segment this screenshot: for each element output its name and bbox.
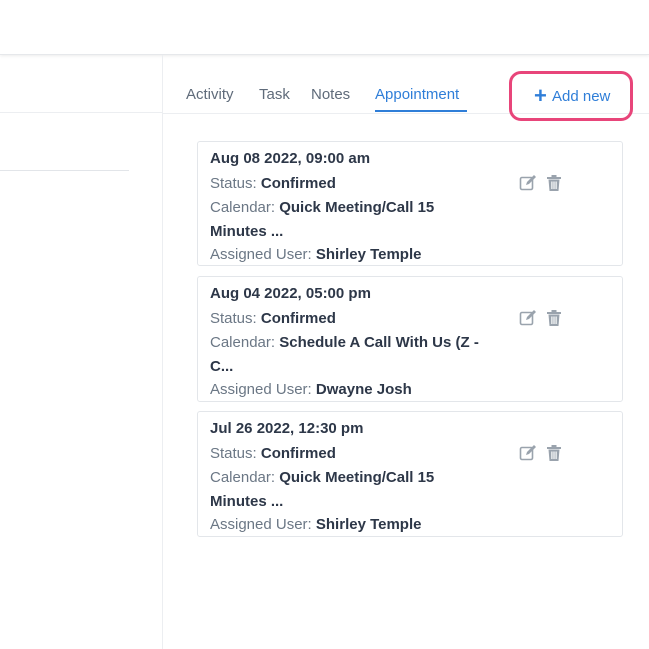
divider — [0, 112, 162, 113]
left-panel — [0, 55, 163, 649]
status-value: Confirmed — [260, 310, 336, 327]
assigned-user-value: Dwayne Josh — [315, 381, 412, 398]
assigned-user-value: Shirley Temple — [315, 516, 422, 533]
active-tab-indicator — [375, 110, 467, 112]
status-row: Status: Confirmed — [210, 307, 336, 331]
calendar-row: Calendar: Quick Meeting/Call 15 Minutes … — [210, 466, 485, 514]
status-label: Status: — [210, 445, 257, 462]
tab-appointment[interactable]: Appointment — [375, 85, 459, 105]
appointment-card: Aug 04 2022, 05:00 pm Status: Confirmed … — [197, 276, 623, 402]
divider — [0, 170, 129, 171]
add-new-button[interactable]: + Add new — [509, 71, 633, 121]
tab-notes[interactable]: Notes — [311, 85, 350, 105]
appointment-datetime: Aug 04 2022, 05:00 pm — [210, 285, 371, 302]
appointment-datetime: Aug 08 2022, 09:00 am — [210, 150, 371, 167]
appointment-datetime: Jul 26 2022, 12:30 pm — [210, 420, 364, 437]
status-row: Status: Confirmed — [210, 442, 336, 466]
status-value: Confirmed — [260, 445, 336, 462]
status-label: Status: — [210, 310, 257, 327]
edit-icon[interactable] — [519, 309, 537, 327]
card-actions — [519, 444, 567, 462]
calendar-label: Calendar: — [210, 469, 276, 486]
status-label: Status: — [210, 175, 257, 192]
trash-icon[interactable] — [545, 444, 563, 462]
appointment-card: Aug 08 2022, 09:00 am Status: Confirmed … — [197, 141, 623, 266]
card-actions — [519, 174, 567, 192]
edit-icon[interactable] — [519, 174, 537, 192]
status-row: Status: Confirmed — [210, 172, 336, 196]
trash-icon[interactable] — [545, 174, 563, 192]
top-bar — [0, 0, 649, 55]
tab-task[interactable]: Task — [259, 85, 290, 105]
calendar-row: Calendar: Quick Meeting/Call 15 Minutes … — [210, 196, 485, 244]
trash-icon[interactable] — [545, 309, 563, 327]
assigned-user-value: Shirley Temple — [315, 246, 422, 263]
card-actions — [519, 309, 567, 327]
assigned-user-row: Assigned User: Shirley Temple — [210, 243, 421, 267]
add-new-label: Add new — [552, 88, 611, 105]
assigned-user-row: Assigned User: Dwayne Josh — [210, 378, 412, 402]
appointment-card: Jul 26 2022, 12:30 pm Status: Confirmed … — [197, 411, 623, 537]
assigned-user-label: Assigned User: — [210, 246, 312, 263]
calendar-label: Calendar: — [210, 199, 276, 216]
calendar-row: Calendar: Schedule A Call With Us (Z - C… — [210, 331, 485, 379]
calendar-label: Calendar: — [210, 334, 276, 351]
assigned-user-label: Assigned User: — [210, 516, 312, 533]
assigned-user-row: Assigned User: Shirley Temple — [210, 513, 421, 537]
edit-icon[interactable] — [519, 444, 537, 462]
plus-icon: + — [534, 83, 547, 108]
tab-activity[interactable]: Activity — [186, 85, 234, 105]
status-value: Confirmed — [260, 175, 336, 192]
assigned-user-label: Assigned User: — [210, 381, 312, 398]
